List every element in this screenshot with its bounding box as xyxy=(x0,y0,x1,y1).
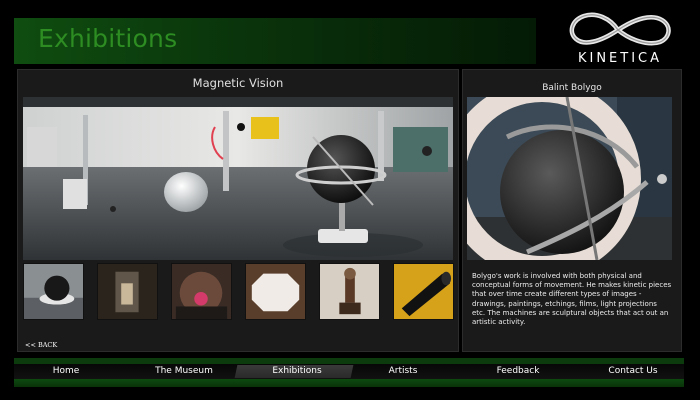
nav-item-the-museum[interactable]: The Museum xyxy=(148,364,220,379)
pedestal-sculpture-thumbnail[interactable] xyxy=(319,263,380,320)
black-sphere-thumbnail[interactable] xyxy=(23,263,84,320)
glass-case-thumbnail[interactable] xyxy=(97,263,158,320)
octagon-thumbnail[interactable] xyxy=(245,263,306,320)
back-link[interactable]: << BACK xyxy=(25,341,57,349)
nav-item-home[interactable]: Home xyxy=(36,364,96,379)
nav-item-exhibitions[interactable]: Exhibitions xyxy=(262,364,332,379)
nav-item-artists[interactable]: Artists xyxy=(378,364,428,379)
gallery-panorama-image xyxy=(23,97,453,260)
page-title: Exhibitions xyxy=(38,24,178,53)
artist-description: Bolygo's work is involved with both phys… xyxy=(472,272,672,327)
red-glow-thumbnail[interactable] xyxy=(171,263,232,320)
logo-wordmark[interactable]: KINETICA xyxy=(562,51,678,66)
sphere-sculpture-closeup-image xyxy=(467,97,672,260)
nav-item-contact-us[interactable]: Contact Us xyxy=(600,364,666,379)
artist-name: Balint Bolygo xyxy=(542,83,602,93)
cone-thumbnail[interactable] xyxy=(393,263,454,320)
nav-stripe-bottom xyxy=(14,379,684,387)
nav-item-feedback[interactable]: Feedback xyxy=(488,364,548,379)
exhibit-title: Magnetic Vision xyxy=(192,76,284,90)
